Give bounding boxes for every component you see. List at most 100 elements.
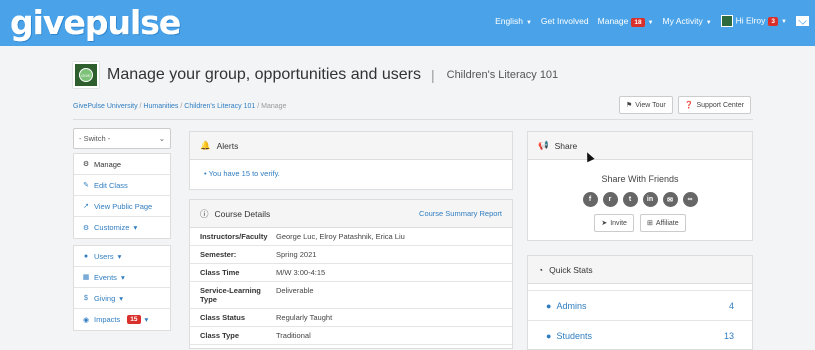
- alerts-header: 🔔 Alerts: [190, 132, 512, 160]
- chevron-down-icon: ▾: [120, 272, 125, 282]
- invite-button[interactable]: ➤ Invite: [594, 214, 634, 232]
- language-menu[interactable]: English ▼: [495, 16, 532, 26]
- sidebar-item-impacts[interactable]: ◉ Impacts 15 ▾: [74, 309, 170, 330]
- chevron-down-icon: ▾: [144, 315, 149, 324]
- sidebar-item-label: Users: [94, 251, 114, 261]
- sidebar-item-label: Events: [94, 272, 117, 282]
- sidebar-item-events[interactable]: ▦ Events ▾: [74, 267, 170, 288]
- top-buttons: ⚑ View Tour ❓ Support Center: [619, 96, 751, 114]
- title-divider: |: [430, 67, 435, 83]
- alerts-panel: 🔔 Alerts • You have 15 to verify.: [189, 131, 513, 190]
- chevron-down-icon: ▼: [647, 20, 654, 26]
- user-name: Hi Elroy: [735, 15, 766, 26]
- divider: [73, 119, 753, 120]
- detail-key: Semester:: [200, 250, 237, 259]
- quick-stats-panel: ◔ Quick Stats ● Admins 4 ● Students 13: [527, 255, 753, 350]
- sidebar-group-main: ⚙ Manage ✎ Edit Class ↗ View Public Page ⚙ C…: [73, 153, 171, 239]
- manage-menu[interactable]: Manage 18 ▼: [597, 16, 654, 27]
- sidebar-item-manage[interactable]: ⚙ Manage: [74, 154, 170, 175]
- calendar-icon: ▦: [82, 274, 90, 281]
- share-buttons: ➤ Invite ⊞ Affiliate: [528, 214, 752, 232]
- chevron-down-icon: ⌄: [158, 134, 165, 143]
- user-menu[interactable]: Hi Elroy 3 ▼: [720, 15, 787, 27]
- support-center-button[interactable]: ❓ Support Center: [677, 96, 751, 114]
- external-link-icon: ↗: [83, 203, 89, 210]
- sidebar-item-label: Giving: [94, 293, 116, 303]
- detail-key: Class Time: [200, 268, 240, 277]
- gear-icon: ⚙: [82, 161, 90, 168]
- detail-row: Class Type Traditional: [190, 327, 512, 345]
- link-icon[interactable]: ∞: [682, 192, 698, 207]
- impacts-badge: 15: [127, 315, 141, 324]
- user-icon: ●: [546, 300, 552, 311]
- sidebar-item-label: Manage: [94, 159, 122, 169]
- detail-value: Traditional: [276, 331, 311, 340]
- stat-value: 4: [728, 300, 734, 311]
- help-icon: ❓: [684, 102, 694, 109]
- invite-label: Invite: [610, 219, 627, 227]
- switch-label: - Switch -: [79, 134, 111, 143]
- course-summary-link[interactable]: Course Summary Report: [419, 209, 502, 218]
- view-tour-button[interactable]: ⚑ View Tour: [619, 96, 673, 114]
- quick-stats-header: ◔ Quick Stats: [528, 256, 752, 284]
- group-logo-text: GIVE: [79, 68, 93, 82]
- stat-row-admins[interactable]: ● Admins 4: [528, 290, 752, 320]
- detail-row: Class Time M/W 3:00-4:15: [190, 264, 512, 282]
- sidebar-item-giving[interactable]: $ Giving ▾: [74, 288, 170, 309]
- top-nav: English ▼ Get Involved Manage 18 ▼ My Activ…: [495, 15, 809, 27]
- affiliate-button[interactable]: ⊞ Affiliate: [639, 214, 686, 232]
- mail-icon[interactable]: [796, 16, 809, 26]
- user-badge: 3: [768, 17, 779, 27]
- alert-item[interactable]: • You have 15 to verify.: [190, 160, 512, 178]
- my-activity-menu[interactable]: My Activity ▼: [663, 16, 712, 26]
- language-label: English: [495, 16, 523, 26]
- givepulse-logo[interactable]: givepulse: [10, 4, 181, 42]
- detail-value: George Luc, Elroy Patashnik, Erica Liu: [276, 232, 405, 241]
- detail-row: Class Status Regularly Taught: [190, 309, 512, 327]
- linkedin-icon[interactable]: in: [642, 192, 658, 207]
- share-subtitle: Share With Friends: [601, 174, 679, 184]
- alerts-title: Alerts: [216, 140, 239, 151]
- manage-label: Manage: [597, 16, 629, 26]
- twitter-icon[interactable]: t: [622, 192, 638, 207]
- share-title: Share: [554, 140, 578, 151]
- pencil-icon: ✎: [83, 182, 89, 189]
- detail-value: Deliverable: [276, 286, 314, 295]
- sidebar-item-users[interactable]: ● Users ▾: [74, 246, 170, 267]
- email-icon[interactable]: ✉: [662, 192, 678, 207]
- sidebar-item-customize[interactable]: ⚙ Customize ▾: [74, 217, 170, 238]
- detail-key: Instructors/Faculty: [200, 232, 268, 241]
- share-header: 📢 Share: [528, 132, 752, 160]
- info-icon: ⓘ: [200, 208, 209, 219]
- detail-key: Service-Learning Type: [200, 286, 261, 304]
- support-center-label: Support Center: [696, 101, 744, 109]
- page-title: Manage your group, opportunities and use…: [107, 66, 421, 83]
- user-icon: ●: [546, 330, 552, 341]
- breadcrumb-humanities[interactable]: Humanities: [143, 103, 178, 110]
- chevron-down-icon: ▾: [119, 293, 124, 303]
- bullhorn-icon: 📢: [538, 140, 549, 150]
- sidebar-item-view-public-page[interactable]: ↗ View Public Page: [74, 196, 170, 217]
- share-panel: 📢 Share Share With Friends f r t in ✉ ∞ ➤…: [527, 131, 753, 241]
- stat-row-students[interactable]: ● Students 13: [528, 320, 752, 350]
- sidebar-item-label: Edit Class: [94, 180, 128, 190]
- detail-row: Service-Learning Type Deliverable: [190, 282, 512, 309]
- chevron-down-icon: ▼: [781, 19, 787, 26]
- chevron-down-icon: ▾: [117, 251, 122, 261]
- top-navbar: givepulse English ▼ Get Involved Manage 18…: [0, 0, 815, 46]
- detail-key: Class Status: [200, 313, 246, 322]
- page-header: GIVE Manage your group, opportunities an…: [73, 62, 558, 88]
- sidebar-item-edit-class[interactable]: ✎ Edit Class: [74, 175, 170, 196]
- social-icons: f r t in ✉ ∞: [528, 192, 752, 207]
- sidebar-item-label: Customize: [94, 223, 130, 232]
- breadcrumb-course[interactable]: Children's Literacy 101: [184, 103, 255, 110]
- reddit-icon[interactable]: r: [602, 192, 618, 207]
- sitemap-icon: ⊞: [646, 220, 653, 227]
- stat-value: 13: [723, 330, 734, 341]
- facebook-icon[interactable]: f: [582, 192, 598, 207]
- get-involved-link[interactable]: Get Involved: [541, 16, 589, 26]
- breadcrumb-university[interactable]: GivePulse University: [73, 103, 138, 110]
- quick-stats-title: Quick Stats: [549, 264, 593, 275]
- switch-select[interactable]: - Switch - ⌄: [73, 128, 171, 149]
- affiliate-label: Affiliate: [655, 219, 679, 227]
